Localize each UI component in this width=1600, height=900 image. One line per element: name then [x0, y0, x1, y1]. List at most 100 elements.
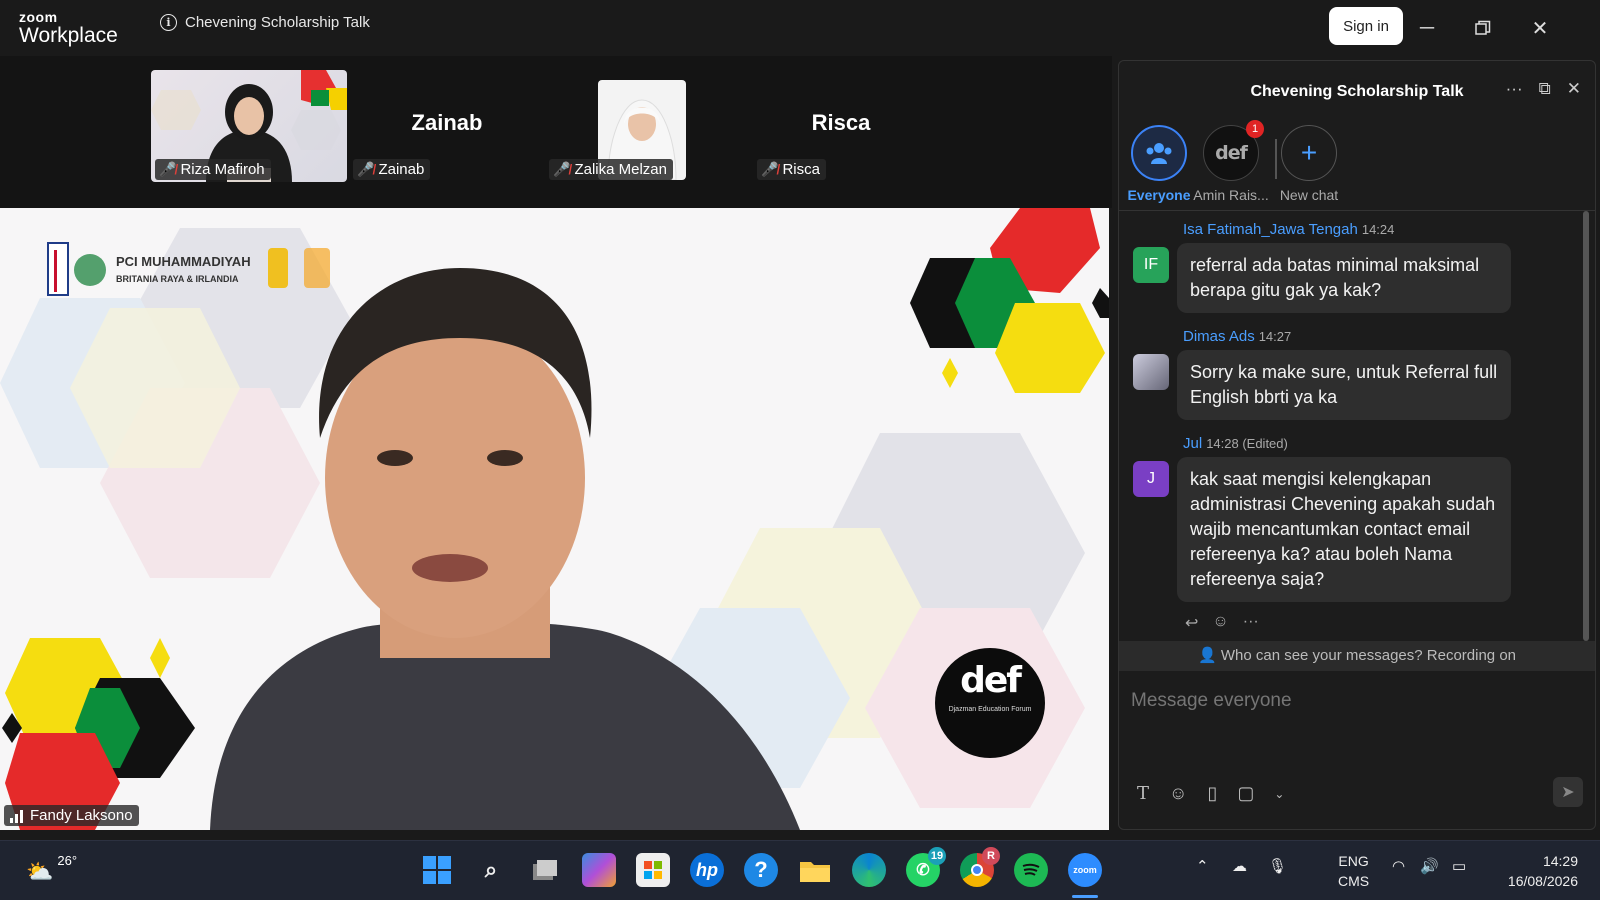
sender-name[interactable]: Dimas Ads	[1183, 328, 1255, 345]
chrome-icon[interactable]: R	[960, 847, 1000, 887]
copilot-icon[interactable]	[582, 853, 616, 887]
participant-name-label: 🎤̸ Riza Mafiroh	[155, 159, 271, 180]
spotify-icon[interactable]	[1014, 853, 1048, 887]
close-chat-icon[interactable]: ✕	[1567, 79, 1581, 99]
chevron-down-icon[interactable]: ⌄	[1274, 787, 1284, 801]
chat-scrollbar[interactable]	[1583, 211, 1589, 641]
avatar[interactable]	[1133, 354, 1169, 390]
edge-icon[interactable]	[852, 853, 886, 887]
mic-muted-icon: 🎤̸	[159, 161, 177, 177]
mic-muted-icon: 🎤̸	[357, 161, 375, 177]
message-meta: Dimas Ads 14:27	[1183, 328, 1291, 345]
format-text-icon[interactable]: T	[1137, 783, 1149, 804]
def-logo: def	[960, 660, 1022, 701]
message-bubble[interactable]: referral ada batas minimal maksimal bera…	[1177, 243, 1511, 313]
participant-tile[interactable]: Risca 🎤̸ Risca	[741, 70, 937, 182]
send-icon: ➤	[1561, 784, 1575, 801]
zoom-app-icon[interactable]: zoom	[1068, 853, 1102, 887]
screenshot-icon[interactable]: ▢	[1237, 783, 1254, 804]
notification-badge: 19	[928, 847, 946, 865]
zoom-logo: zoom Workplace	[19, 10, 118, 46]
clock-time: 14:29	[1542, 853, 1578, 869]
volume-icon[interactable]: 🔊	[1420, 857, 1439, 875]
clock[interactable]: 14:29 16/08/2026	[1490, 851, 1578, 891]
participant-tile[interactable]: 🎤̸ Zalika Melzan	[545, 70, 741, 182]
participant-name: Risca	[782, 161, 820, 178]
microphone-icon[interactable]: 🎙	[1268, 857, 1287, 875]
help-icon[interactable]: ?	[744, 853, 778, 887]
start-icon[interactable]	[420, 853, 454, 887]
more-options-icon[interactable]: ···	[1506, 79, 1523, 99]
speaker-name-label: Fandy Laksono	[4, 805, 139, 826]
compose-toolbar: T ☺ ▯ ▢ ⌄	[1137, 783, 1284, 804]
store-icon[interactable]	[636, 853, 670, 887]
info-icon[interactable]: i	[160, 14, 177, 31]
recipient-label: Everyone	[1127, 187, 1191, 203]
message-list: Isa Fatimah_Jawa Tengah 14:24 IF referral…	[1119, 213, 1595, 713]
language-code: ENG	[1338, 853, 1369, 869]
task-view-icon[interactable]	[528, 853, 562, 887]
windows-taskbar: ⛅ 26° ⌕ hp ? ✆ 19 R zoom ⌃ ☁ 🎙 ENG CMS ◠ …	[0, 840, 1600, 900]
participant-tile[interactable]: Zainab 🎤̸ Zainab	[347, 70, 543, 182]
minimize-icon[interactable]: ─	[1413, 14, 1441, 42]
restore-icon[interactable]	[1469, 14, 1497, 42]
search-icon[interactable]: ⌕	[474, 853, 508, 887]
title-bar: zoom Workplace i Chevening Scholarship T…	[0, 0, 1600, 56]
meeting-title: Chevening Scholarship Talk	[185, 14, 370, 31]
sign-in-button[interactable]: Sign in	[1329, 7, 1403, 45]
participant-tile[interactable]: 🎤̸ Riza Mafiroh	[151, 70, 347, 182]
file-explorer-icon[interactable]	[798, 853, 832, 887]
participant-name: Riza Mafiroh	[180, 161, 265, 178]
message-bubble[interactable]: Sorry ka make sure, untuk Referral full …	[1177, 350, 1511, 420]
add-reaction-icon[interactable]: ☺	[1212, 613, 1228, 633]
pop-out-icon[interactable]: ⧉	[1539, 79, 1551, 99]
language-indicator[interactable]: ENG CMS	[1338, 851, 1369, 891]
avatar[interactable]: J	[1133, 461, 1169, 497]
slide-org-name: PCI MUHAMMADIYAH	[116, 254, 251, 269]
participant-name-label: 🎤̸ Zalika Melzan	[549, 159, 673, 180]
participant-name-label: 🎤̸ Risca	[757, 159, 826, 180]
speaker-name: Fandy Laksono	[30, 807, 133, 824]
def-logo-subtitle: Djazman Education Forum	[948, 706, 1032, 713]
message-bubble[interactable]: kak saat mengisi kelengkapan administras…	[1177, 457, 1511, 602]
chevron-up-icon[interactable]: ⌃	[1196, 857, 1209, 875]
speaker-background: PCI MUHAMMADIYAH BRITANIA RAYA & IRLANDI…	[0, 208, 1109, 830]
participant-strip: 🎤̸ Riza Mafiroh Zainab 🎤̸ Zainab 🎤̸ Zali…	[0, 56, 1112, 208]
hp-icon[interactable]: hp	[690, 853, 724, 887]
logo-workplace-text: Workplace	[19, 24, 118, 47]
recipient-selector: Everyone def 1 Amin Rais... + New chat	[1119, 120, 1595, 211]
whatsapp-icon[interactable]: ✆ 19	[906, 847, 946, 887]
emoji-icon[interactable]: ☺	[1169, 783, 1187, 804]
sender-name[interactable]: Isa Fatimah_Jawa Tengah	[1183, 221, 1358, 238]
meeting-info[interactable]: i Chevening Scholarship Talk	[160, 14, 370, 31]
new-chat-button[interactable]: + New chat	[1269, 125, 1349, 203]
weather-widget[interactable]: ⛅ 26°	[26, 853, 77, 885]
profile-badge: R	[982, 847, 1000, 865]
recipient-everyone[interactable]: Everyone	[1119, 125, 1199, 203]
logo-zoom-text: zoom	[19, 9, 58, 25]
more-actions-icon[interactable]: ···	[1243, 613, 1259, 633]
temperature: 26°	[57, 853, 78, 868]
slide-org-subtitle: BRITANIA RAYA & IRLANDIA	[116, 274, 239, 284]
file-icon[interactable]: ▯	[1207, 783, 1217, 804]
send-button[interactable]: ➤	[1553, 777, 1583, 807]
onedrive-icon[interactable]: ☁	[1232, 857, 1247, 875]
close-icon[interactable]: ✕	[1526, 14, 1554, 42]
avatar[interactable]: IF	[1133, 247, 1169, 283]
recipient-amin-rais[interactable]: def 1 Amin Rais...	[1191, 120, 1271, 203]
plus-icon: +	[1281, 125, 1337, 181]
active-speaker-video[interactable]: PCI MUHAMMADIYAH BRITANIA RAYA & IRLANDI…	[0, 208, 1109, 830]
message-time: 14:27	[1258, 329, 1292, 344]
clock-date: 16/08/2026	[1507, 873, 1578, 889]
privacy-notice[interactable]: 👤 Who can see your messages? Recording o…	[1119, 641, 1595, 671]
group-icon	[1131, 125, 1187, 181]
message-input[interactable]	[1131, 681, 1571, 721]
mic-muted-icon: 🎤̸	[761, 161, 779, 177]
participant-name: Zainab	[378, 161, 425, 178]
sender-name[interactable]: Jul	[1183, 435, 1202, 452]
reply-icon[interactable]: ↩	[1185, 613, 1198, 633]
battery-icon[interactable]: ▭	[1452, 857, 1466, 875]
input-method: CMS	[1338, 873, 1370, 889]
weather-icon: ⛅	[26, 859, 54, 884]
wifi-icon[interactable]: ◠	[1392, 857, 1405, 875]
